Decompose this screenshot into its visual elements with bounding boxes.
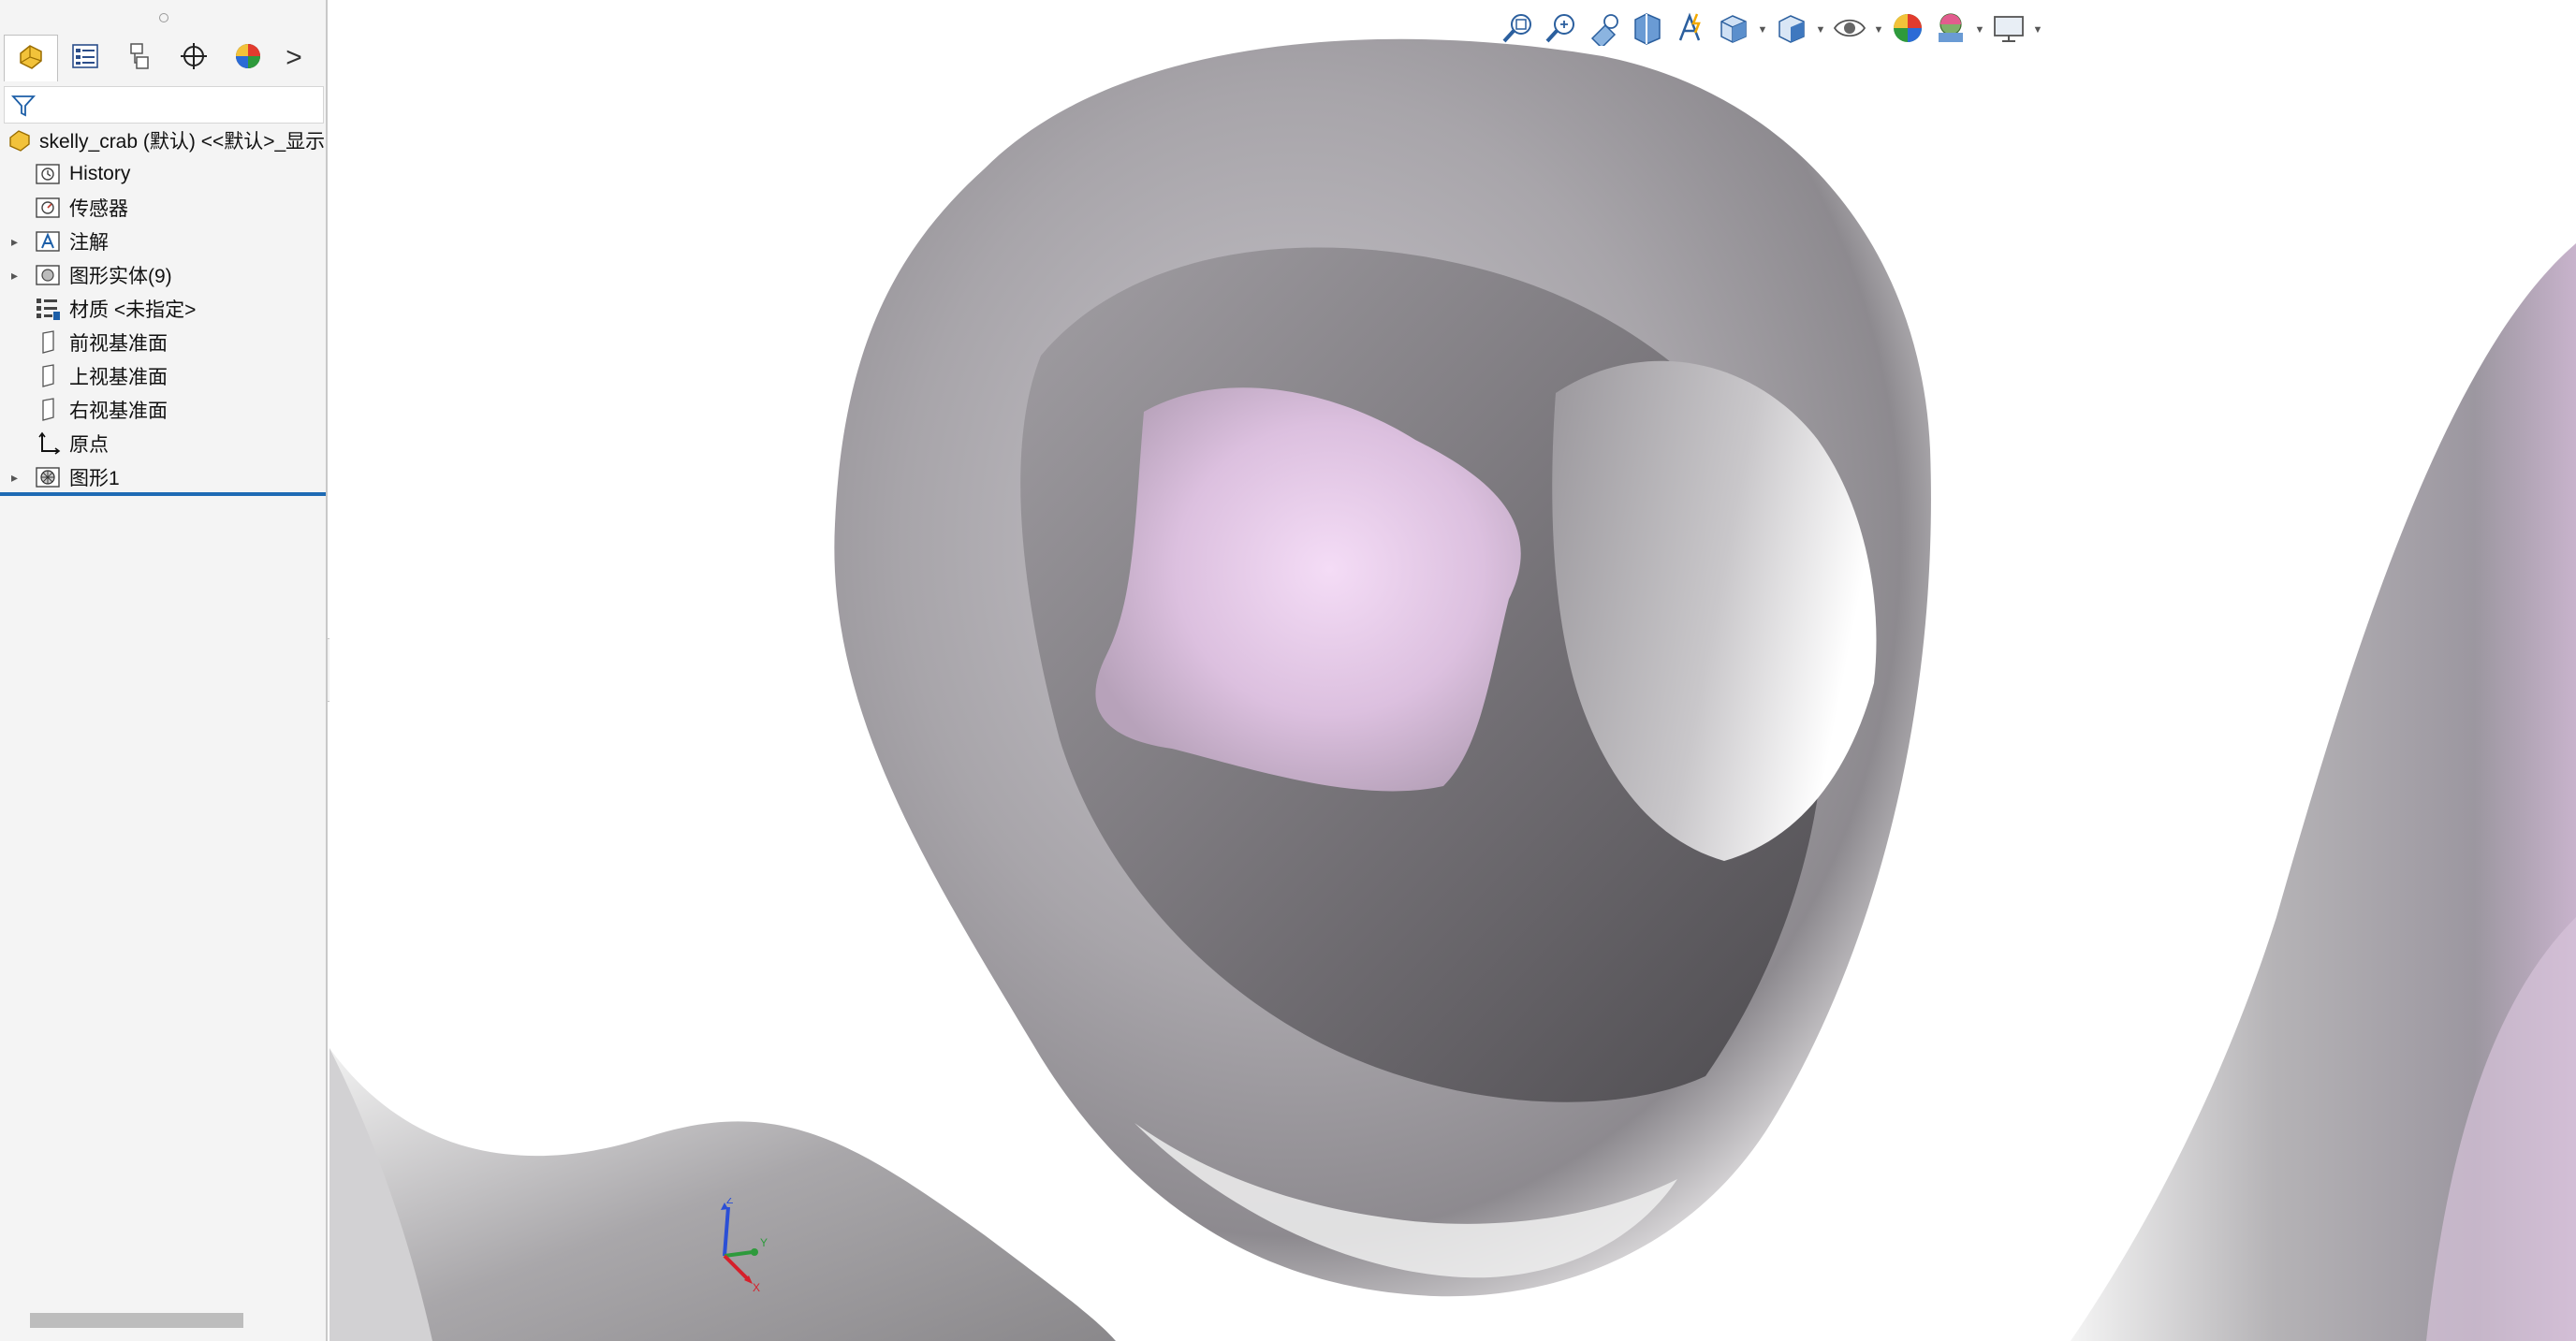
tree-item-label: 材质 <未指定> [69,299,197,321]
tree-root-part[interactable]: skelly_crab (默认) <<默认>_显示 [0,124,326,157]
reference-triad: Z Y X [721,1198,768,1291]
sensors-icon [34,194,62,222]
edit-appearance-button[interactable] [1887,9,1928,51]
tab-configurationmanager[interactable] [112,35,167,81]
more-tabs-arrow[interactable]: > [275,35,313,81]
tab-featuremanager[interactable] [4,35,58,81]
hide-show-items-icon [1832,10,1867,51]
apply-scene-button[interactable] [1930,9,1971,51]
tab-dimxpertmanager[interactable] [167,35,221,81]
plane-icon [34,362,62,390]
tree-item-annotations[interactable]: ▸ 注解 [0,225,326,258]
tree-item-material[interactable]: 材质 <未指定> [0,292,326,326]
configurationmanager-icon [124,40,155,77]
tree-item-sensors[interactable]: 传感器 [0,191,326,225]
view-settings-button[interactable] [1988,9,2029,51]
mesh-body-icon [34,463,62,491]
zoom-to-area-icon [1544,10,1579,51]
panel-grip-handle[interactable] [159,13,168,22]
display-style-button[interactable] [1771,9,1812,51]
manager-tab-strip: > [4,34,324,82]
annotations-icon [34,227,62,255]
tab-propertymanager[interactable] [58,35,112,81]
plane-icon [34,328,62,357]
heads-up-view-toolbar: ▼ ▼ ▼ ▼ ▼ [1498,6,2044,54]
view-orientation-icon [1716,10,1751,51]
horizontal-scrollbar-thumb[interactable] [30,1313,243,1328]
triad-x-label: X [753,1281,760,1291]
tree-item-history[interactable]: History [0,157,326,191]
tree-bottom-separator [0,492,326,496]
dynamic-annotation-icon [1673,10,1708,51]
dimxpertmanager-icon [178,40,210,77]
material-icon [34,295,62,323]
tree-item-label: 图形实体(9) [69,266,172,287]
expand-arrow-icon[interactable]: ▸ [11,470,26,486]
tree-item-top-plane[interactable]: 上视基准面 [0,359,326,393]
hide-show-items-dropdown[interactable]: ▼ [1872,9,1885,51]
previous-view-icon [1587,10,1622,51]
graphics-viewport[interactable]: ▼ ▼ ▼ ▼ ▼ Z Y X [329,0,2576,1341]
graphics-bodies-icon [34,261,62,289]
tree-item-origin[interactable]: 原点 [0,427,326,460]
origin-icon [34,430,62,458]
tree-item-label: 注解 [69,232,109,254]
zoom-to-fit-icon [1500,10,1536,51]
tree-item-label: 上视基准面 [69,367,168,388]
tree-item-label: History [69,163,131,184]
tree-item-label: 原点 [69,434,109,456]
display-style-dropdown[interactable]: ▼ [1814,9,1827,51]
dynamic-annotation-button[interactable] [1670,9,1711,51]
feature-tree: skelly_crab (默认) <<默认>_显示 History 传感器 ▸ … [0,124,326,494]
tree-root-label: skelly_crab (默认) <<默认>_显示 [39,131,326,153]
view-settings-icon [1991,10,2027,51]
tree-item-right-plane[interactable]: 右视基准面 [0,393,326,427]
tab-displaymanager[interactable] [221,35,275,81]
mesh-model-render[interactable] [329,0,2576,1341]
previous-view-button[interactable] [1584,9,1625,51]
section-view-icon [1630,10,1665,51]
edit-appearance-icon [1890,10,1925,51]
tree-filter-bar[interactable] [4,86,324,124]
propertymanager-icon [69,40,101,77]
chevron-right-icon: > [285,42,302,73]
expand-arrow-icon[interactable]: ▸ [11,234,26,250]
expand-arrow-icon[interactable]: ▸ [11,268,26,284]
history-folder-icon [34,160,62,188]
view-orientation-button[interactable] [1713,9,1754,51]
displaymanager-icon [232,40,264,77]
tree-item-graphics-bodies[interactable]: ▸ 图形实体(9) [0,258,326,292]
section-view-button[interactable] [1627,9,1668,51]
hide-show-items-button[interactable] [1829,9,1870,51]
part-icon [6,126,34,154]
display-style-icon [1774,10,1809,51]
triad-z-label: Z [726,1198,733,1206]
zoom-to-fit-button[interactable] [1498,9,1539,51]
tree-item-label: 传感器 [69,198,128,220]
tree-item-label: 右视基准面 [69,401,168,422]
apply-scene-dropdown[interactable]: ▼ [1973,9,1986,51]
plane-icon [34,396,62,424]
tree-item-label: 图形1 [69,468,120,489]
filter-icon[interactable] [10,93,37,124]
tree-item-front-plane[interactable]: 前视基准面 [0,326,326,359]
triad-y-label: Y [760,1236,768,1249]
feature-manager-panel: > skelly_crab (默认) <<默认>_显示 History 传感器 … [0,0,328,1341]
apply-scene-icon [1933,10,1969,51]
view-orientation-dropdown[interactable]: ▼ [1756,9,1769,51]
featuremanager-icon [15,40,47,77]
tree-item-label: 前视基准面 [69,333,168,355]
zoom-to-area-button[interactable] [1541,9,1582,51]
tree-item-mesh-body[interactable]: ▸ 图形1 [0,460,326,494]
view-settings-dropdown[interactable]: ▼ [2031,9,2044,51]
